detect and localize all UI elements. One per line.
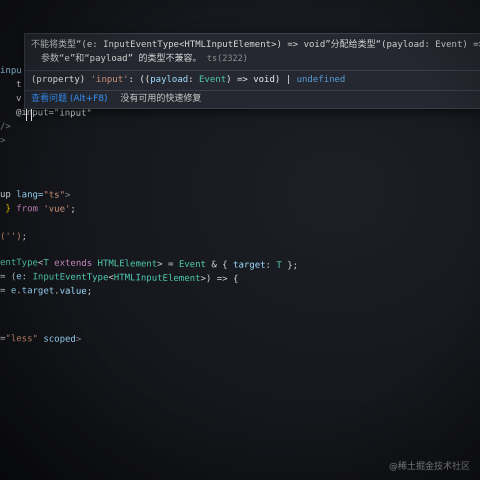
sig-prefix: (property) (31, 75, 91, 85)
error-code: ts(2322) (206, 54, 248, 64)
code-line-t[interactable]: t (16, 78, 22, 92)
code-token: "less" (5, 334, 38, 345)
code-line-ref[interactable]: (''); (0, 230, 27, 244)
code-token: scoped (37, 334, 76, 345)
sig-name: 'input' (90, 75, 129, 85)
code-token: 'vue' (43, 204, 71, 215)
code-token: ; (86, 286, 93, 297)
code-token: & { (211, 260, 234, 271)
code-token: = ( (0, 272, 17, 283)
code-token: } (0, 204, 17, 215)
error-message-line-1: 不能将类型“(e: InputEventType<HTMLInputElemen… (31, 40, 480, 50)
code-token: = (0, 286, 11, 297)
code-line-close-2[interactable]: > (0, 134, 5, 148)
code-token: /> (0, 122, 11, 133)
view-problem-link[interactable]: 查看问题 (Alt+F8) (31, 94, 108, 104)
code-token: ; (21, 232, 28, 243)
code-line-inpu[interactable]: inpu (0, 64, 22, 78)
code-token: ; (70, 204, 76, 215)
code-token: >) => { (200, 274, 239, 285)
code-token: : (265, 260, 277, 271)
sig-undefined: undefined (296, 75, 346, 85)
code-line-setup[interactable]: up lang="ts"> (0, 188, 71, 203)
code-line-assign[interactable]: = e.target.value; (0, 284, 92, 299)
hover-tooltip: 不能将类型“(e: InputEventType<HTMLInputElemen… (24, 33, 480, 109)
error-message-text: 参数“e”和“payload” 的类型不兼容。 (41, 54, 202, 64)
sig-type: Event (199, 75, 227, 85)
sig-colon: : (188, 75, 200, 85)
code-token: > (64, 190, 71, 201)
code-token: HTMLInputElement (113, 273, 201, 285)
code-token: t (15, 80, 22, 91)
code-line-close-1[interactable]: /> (0, 120, 11, 134)
code-token: target (21, 286, 55, 297)
code-line-style[interactable]: ="less" scoped> (0, 332, 81, 347)
code-token: "ts" (43, 190, 66, 201)
sig-param: payload (150, 75, 189, 85)
code-token: }; (281, 260, 299, 272)
tooltip-divider-2 (25, 90, 480, 91)
code-token: target (232, 260, 266, 271)
code-token: value (59, 286, 87, 297)
code-token: up (0, 190, 17, 201)
watermark: @稀土掘金技术社区 (388, 462, 470, 472)
code-token: > (75, 334, 82, 345)
code-token: InputEventType (32, 272, 109, 284)
tooltip-actions: 查看问题 (Alt+F8) 没有可用的快速修复 (31, 92, 211, 106)
code-token: lang= (16, 190, 44, 201)
tooltip-divider (25, 70, 480, 71)
sig-rest: ) => void) | (226, 75, 297, 85)
text-cursor-icon (26, 109, 32, 121)
code-token: HTMLElement (97, 259, 158, 270)
type-signature: (property) 'input': ((payload: Event) =>… (31, 73, 345, 87)
code-line-v[interactable]: v (16, 92, 22, 106)
code-token: > = (157, 259, 179, 270)
code-line-import[interactable]: } from 'vue'; (0, 202, 76, 217)
code-token: Event (178, 259, 212, 271)
code-token: extends (54, 258, 98, 270)
error-message-line-2: 参数“e”和“payload” 的类型不兼容。 ts(2322) (41, 53, 248, 66)
code-token: : (21, 272, 33, 283)
code-token: inpu (0, 66, 22, 77)
code-token: T (43, 258, 55, 269)
code-token: > (0, 136, 6, 147)
code-token: ('') (0, 232, 22, 243)
code-token: v (15, 94, 22, 105)
sig-mid: : (( (128, 75, 151, 85)
no-quick-fix-text: 没有可用的快速修复 (120, 94, 202, 104)
code-token: entType (0, 258, 38, 269)
code-token: from (16, 204, 44, 215)
